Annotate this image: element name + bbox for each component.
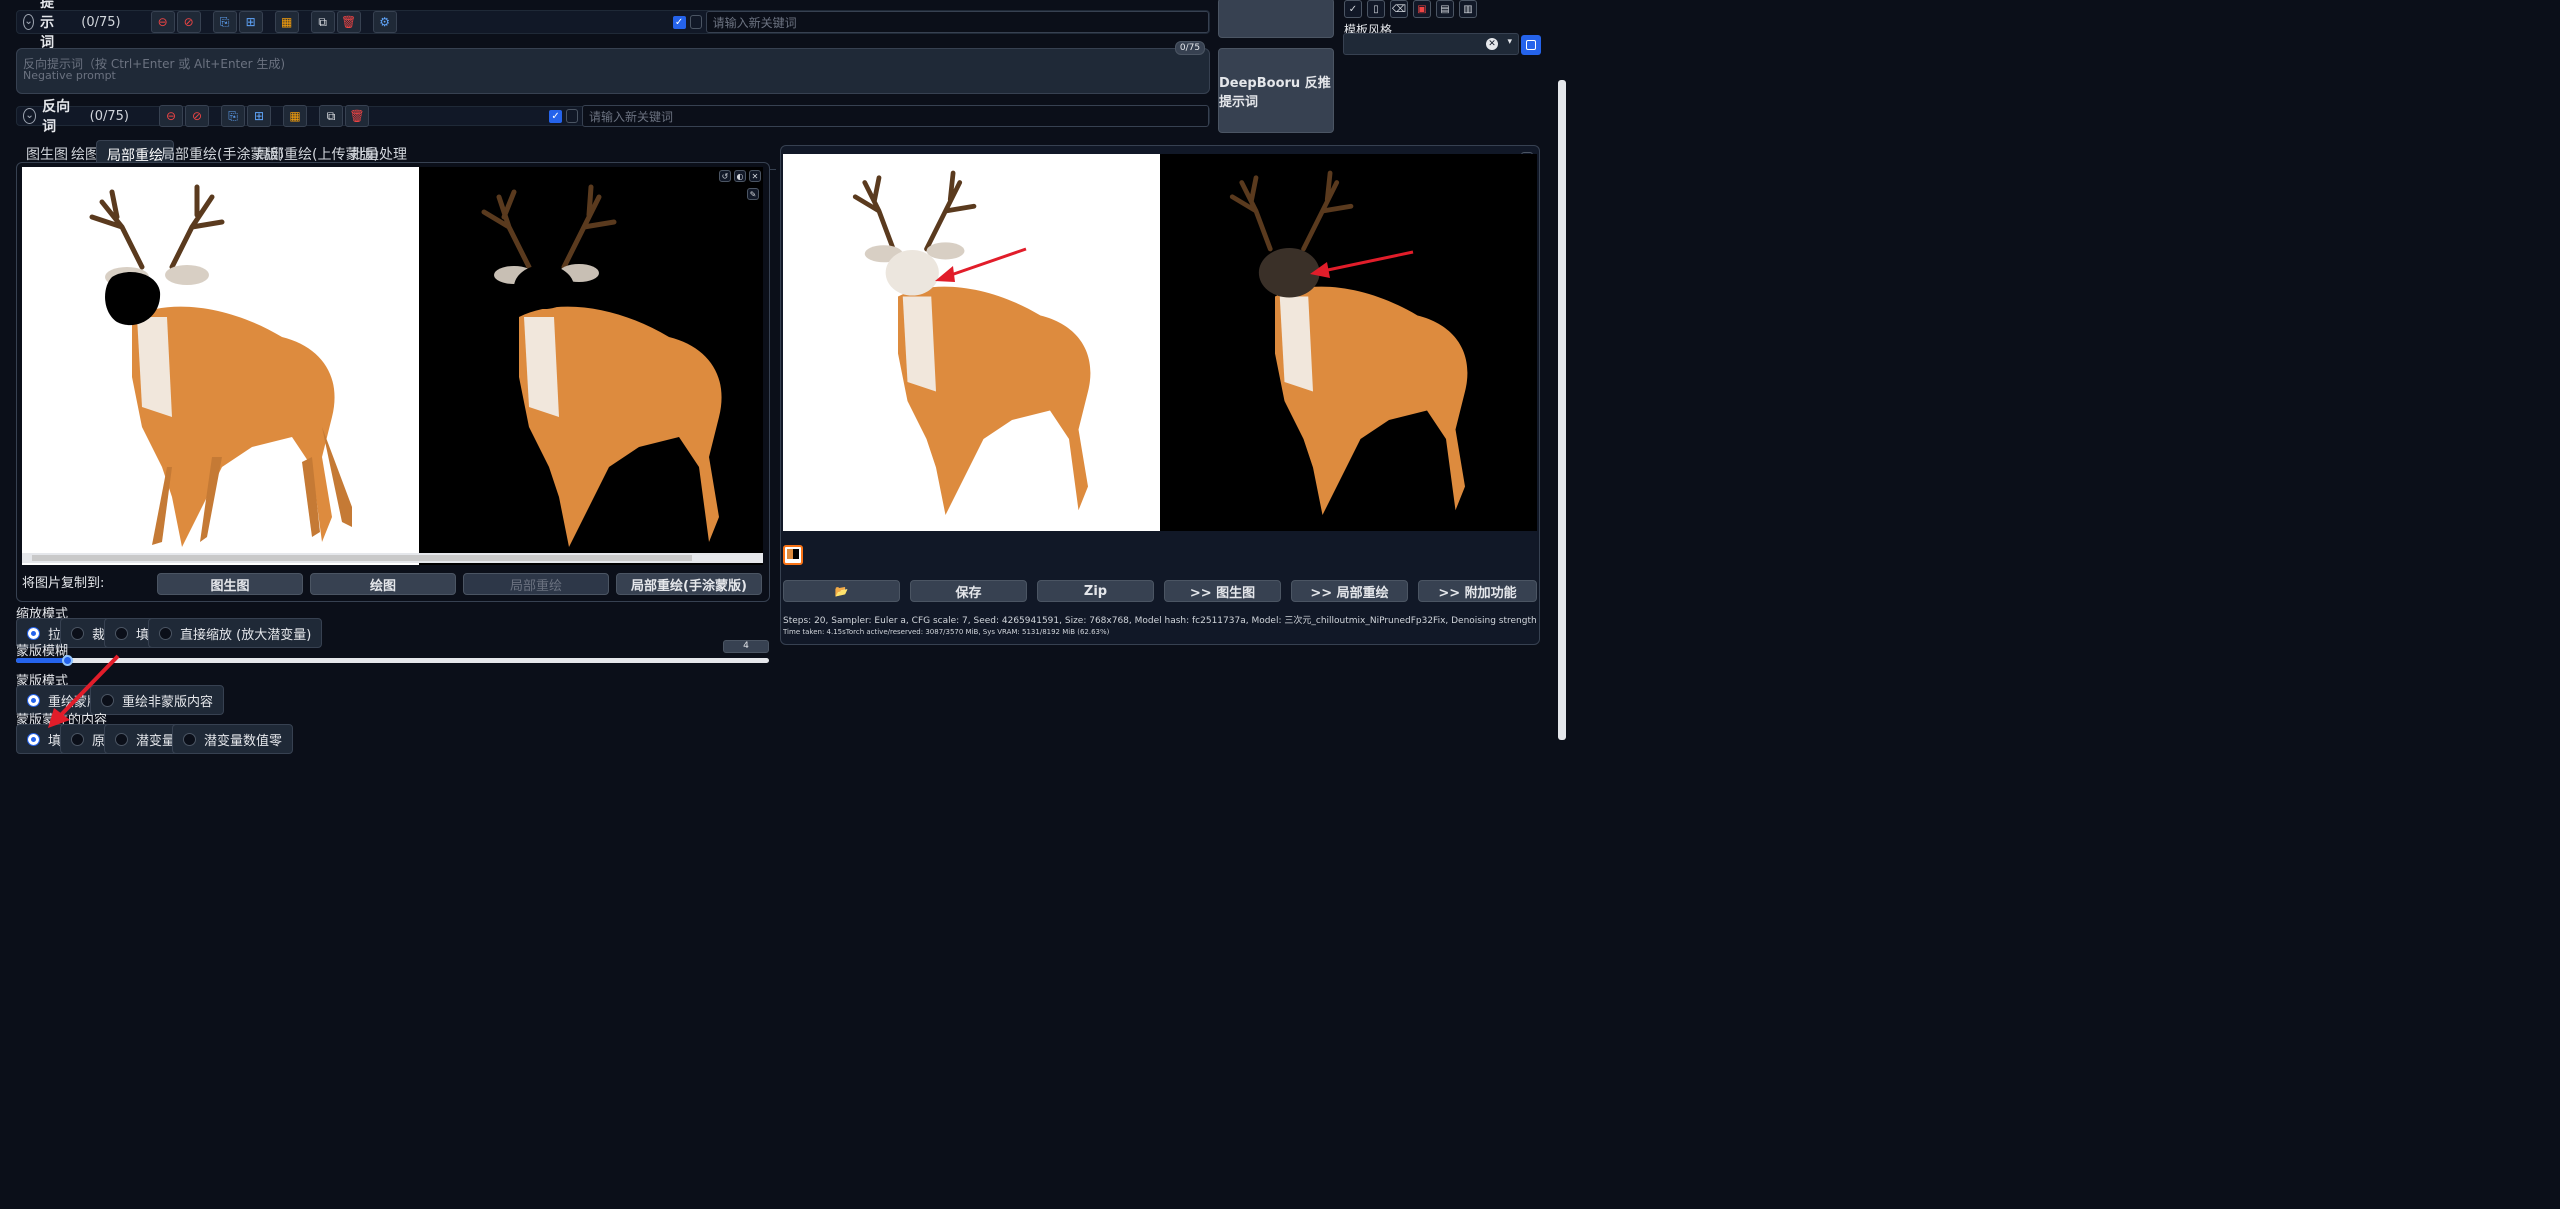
trash-icon[interactable]: 🗑 xyxy=(345,105,370,127)
send-to-inpaint-button[interactable]: >> 局部重绘 xyxy=(1291,580,1408,602)
document-icon[interactable]: ▯ xyxy=(1367,0,1385,18)
prompt-counter: (0/75) xyxy=(81,14,121,30)
chevron-circle-icon: ⌄ xyxy=(23,14,35,30)
brush-icon[interactable]: ✎ xyxy=(747,188,759,200)
refresh-icon xyxy=(1526,40,1536,50)
check-icon[interactable]: ✓ xyxy=(1344,0,1362,18)
eraser-icon[interactable]: ◐ xyxy=(734,170,746,182)
radio-icon xyxy=(27,732,40,746)
output-image xyxy=(783,154,1537,531)
keyword-checkbox[interactable]: ✓ xyxy=(549,109,563,123)
radio-icon xyxy=(183,732,196,746)
book-icon xyxy=(566,109,579,123)
canvas-controls: ↺ ◐ ✕ xyxy=(719,170,761,182)
copy-icon[interactable]: ⧉ xyxy=(310,11,335,33)
zip-button[interactable]: Zip xyxy=(1037,580,1154,602)
apply-style-icon[interactable]: ▥ xyxy=(1459,0,1477,18)
resize-option-latent[interactable]: 直接缩放 (放大潜变量) xyxy=(148,618,323,648)
book-icon xyxy=(689,15,702,29)
prompt-toggle[interactable]: ⌄ 提示词 xyxy=(23,0,67,52)
radio-icon xyxy=(115,732,128,746)
page-scrollbar[interactable] xyxy=(1557,0,1567,741)
prompt-label: 提示词 xyxy=(40,0,55,51)
negative-counter: (0/75) xyxy=(89,108,130,124)
resize-option-label: 直接缩放 (放大潜变量) xyxy=(180,627,312,643)
negative-token-counter: 0/75 xyxy=(1175,41,1205,55)
gear-icon[interactable]: ⚙ xyxy=(372,11,397,33)
radio-icon xyxy=(159,626,172,640)
translate-icon[interactable]: ▦ xyxy=(274,11,299,33)
trash-icon[interactable]: ⌫ xyxy=(1390,0,1408,18)
annotation-arrow-left xyxy=(48,654,120,728)
inpaint-canvas[interactable] xyxy=(22,167,763,565)
remove-icon[interactable]: ⊘ xyxy=(185,105,210,127)
clipboard-icon[interactable]: ▤ xyxy=(1436,0,1454,18)
bookmark-icon[interactable]: ⊞ xyxy=(247,105,272,127)
clear-icon[interactable]: ✕ xyxy=(1486,38,1498,50)
negative-prompt-textarea[interactable]: 反向提示词（按 Ctrl+Enter 或 Alt+Enter 生成) Negat… xyxy=(16,48,1210,94)
copy-to-img2img-button[interactable]: 图生图 xyxy=(157,573,303,595)
radio-icon xyxy=(71,732,84,746)
performance-info: Time taken: 4.15sTorch active/reserved: … xyxy=(783,628,1110,636)
send-to-extras-button[interactable]: >> 附加功能 xyxy=(1418,580,1537,602)
negative-keyword-input[interactable]: 请输入新关键词 xyxy=(582,105,1209,127)
generation-info: Steps: 20, Sampler: Euler a, CFG scale: … xyxy=(783,616,1537,626)
clear-icon[interactable]: ⊖ xyxy=(150,11,175,33)
copy-to-inpaint-sketch-button[interactable]: 局部重绘(手涂蒙版) xyxy=(616,573,762,595)
mask-blur-value[interactable]: 4 xyxy=(723,640,769,653)
trash-icon[interactable]: 🗑 xyxy=(336,11,361,33)
negative-toggle[interactable]: ⌄ 反向词 xyxy=(23,96,76,136)
inpaint-canvas-image xyxy=(22,167,763,565)
radio-icon xyxy=(27,626,40,640)
send-to-img2img-button[interactable]: >> 图生图 xyxy=(1164,580,1281,602)
prompt-toolbar: ⌄ 提示词 (0/75) ⊖ ⊘ ⎘ ⊞ ▦ ⧉ 🗑 ⚙ ✓ 请输入新关键词 xyxy=(16,0,1210,51)
gallery-thumbnail[interactable] xyxy=(783,545,803,565)
chevron-circle-icon: ⌄ xyxy=(23,108,37,124)
masked-content-option-label: 潜变量数值零 xyxy=(204,733,283,749)
negative-toolbar: ⌄ 反向词 (0/75) ⊖ ⊘ ⎘ ⊞ ▦ ⧉ 🗑 ✓ 请输入新关键词 xyxy=(16,99,1210,135)
radio-icon xyxy=(71,626,84,640)
output-gallery-image[interactable] xyxy=(783,154,1537,531)
open-folder-button[interactable]: 📂 xyxy=(783,580,900,602)
keyword-checkbox[interactable]: ✓ xyxy=(672,15,686,29)
negative-placeholder-line2: Negative prompt xyxy=(23,69,116,82)
refresh-styles-button[interactable] xyxy=(1521,35,1541,55)
dropdown-arrow-icon: ▾ xyxy=(1507,37,1512,47)
bookmark-icon[interactable]: ⊞ xyxy=(238,11,263,33)
style-tool-row: ✓ ▯ ⌫ ▣ ▤ ▥ xyxy=(1344,0,1477,18)
copy-to-sketch-button[interactable]: 绘图 xyxy=(310,573,456,595)
prompt-keyword-input[interactable]: 请输入新关键词 xyxy=(705,11,1209,33)
translate-icon[interactable]: ▦ xyxy=(283,105,308,127)
style-dropdown[interactable]: ✕ ▾ xyxy=(1343,33,1519,55)
paste-icon[interactable]: ⎘ xyxy=(212,11,237,33)
negative-label: 反向词 xyxy=(42,99,71,135)
page-scrollbar-thumb[interactable] xyxy=(1558,80,1566,740)
save-button[interactable]: 保存 xyxy=(910,580,1027,602)
undo-icon[interactable]: ↺ xyxy=(719,170,731,182)
close-icon[interactable]: ✕ xyxy=(749,170,761,182)
folder-icon: 📂 xyxy=(834,584,849,598)
copy-to-inpaint-button[interactable]: 局部重绘 xyxy=(463,573,609,595)
save-style-icon[interactable]: ▣ xyxy=(1413,0,1431,18)
copy-to-label: 将图片复制到: xyxy=(22,576,105,591)
radio-icon xyxy=(27,693,40,707)
remove-icon[interactable]: ⊘ xyxy=(176,11,201,33)
clear-icon[interactable]: ⊖ xyxy=(159,105,184,127)
deepbooru-label: DeepBooru 反推提示词 xyxy=(1219,75,1331,110)
interrogate-clip-button[interactable] xyxy=(1218,0,1334,38)
mask-mode-option-label: 重绘非蒙版内容 xyxy=(122,694,214,710)
copy-icon[interactable]: ⧉ xyxy=(319,105,344,127)
masked-content-latent-nothing[interactable]: 潜变量数值零 xyxy=(172,724,294,754)
radio-icon xyxy=(115,626,128,640)
paste-icon[interactable]: ⎘ xyxy=(221,105,246,127)
deepbooru-button[interactable]: DeepBooru 反推提示词 xyxy=(1218,48,1334,133)
